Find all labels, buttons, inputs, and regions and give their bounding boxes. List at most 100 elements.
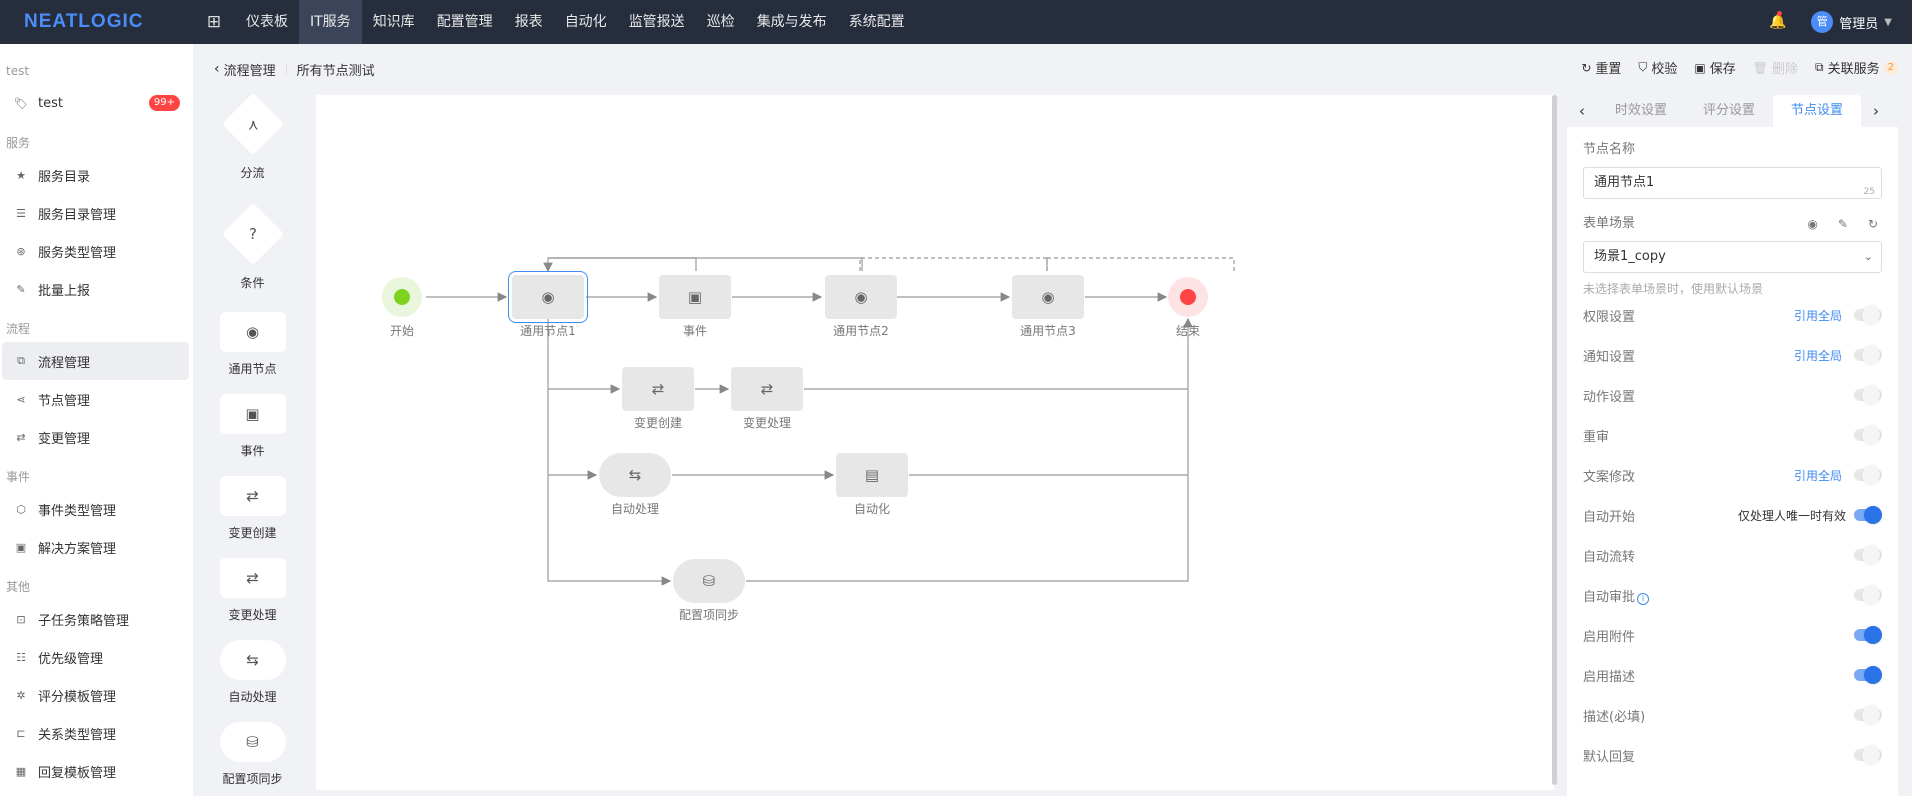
edit-icon[interactable]: ✎	[1838, 213, 1848, 235]
setting-toggle[interactable]	[1854, 306, 1882, 324]
setting-row: 自动审批 i	[1583, 575, 1882, 615]
use-global-link[interactable]: 引用全局	[1794, 307, 1842, 324]
nav-item-active[interactable]: IT服务	[299, 0, 362, 44]
bell-icon[interactable]: 🔔	[1769, 11, 1789, 30]
breadcrumb-parent[interactable]: 流程管理	[224, 60, 276, 79]
refresh-icon[interactable]: ↻	[1868, 213, 1878, 235]
share-icon: ⋖	[16, 392, 26, 406]
nav-item[interactable]: 配置管理	[426, 0, 504, 44]
change-create-node[interactable]: ⇄	[622, 367, 694, 411]
palette-item-split[interactable]: ⋏ 分流	[210, 92, 295, 181]
event-node[interactable]: ▣	[659, 275, 731, 319]
flow-canvas[interactable]: 开始 ◉ 通用节点1 ▣ 事件 ◉ 通用节点2 ◉ 通用节点3 结束 ⇄ 变更创…	[316, 95, 1554, 790]
setting-toggle[interactable]	[1854, 346, 1882, 364]
sidebar-item-service-type[interactable]: ⊛ 服务类型管理	[2, 232, 189, 270]
setting-controls	[1854, 546, 1882, 564]
palette-item-change-handle[interactable]: ⇄ 变更处理	[210, 558, 295, 623]
tab-node-settings[interactable]: 节点设置	[1773, 95, 1861, 127]
setting-toggle[interactable]	[1854, 626, 1882, 644]
sidebar-item-test[interactable]: 🏷 test 99+	[2, 84, 189, 122]
nav-item[interactable]: 集成与发布	[746, 0, 838, 44]
palette-item-change-create[interactable]: ⇄ 变更创建	[210, 476, 295, 541]
general-node-3[interactable]: ◉	[1012, 275, 1084, 319]
chevron-left-icon[interactable]: ‹	[1567, 102, 1597, 120]
delete-button[interactable]: 🗑 删除	[1753, 58, 1798, 78]
circle-bolt-icon: ⊛	[16, 244, 26, 258]
sidebar-item-score-template[interactable]: ✲ 评分模板管理	[2, 676, 189, 714]
setting-label: 启用描述	[1583, 669, 1636, 685]
form-scene-label: 表单场景	[1583, 216, 1636, 231]
grid-icon[interactable]: ⊞	[193, 0, 235, 44]
reset-button[interactable]: ↻ 重置	[1581, 58, 1621, 78]
palette-item-auto-handle[interactable]: ⇆ 自动处理	[210, 640, 295, 705]
setting-toggle[interactable]	[1854, 426, 1882, 444]
sidebar-item-solution[interactable]: ▣ 解决方案管理	[2, 528, 189, 566]
auto-handle-node[interactable]: ⇆	[599, 453, 671, 497]
setting-toggle[interactable]	[1854, 666, 1882, 684]
nav-item[interactable]: 监管报送	[618, 0, 696, 44]
sidebar-item-label: 服务目录	[38, 169, 91, 185]
info-icon[interactable]: i	[1637, 592, 1650, 605]
nav-item[interactable]: 自动化	[554, 0, 618, 44]
eye-icon[interactable]: ◉	[1807, 213, 1817, 235]
automation-node[interactable]: ▤	[836, 453, 908, 497]
change-handle-node[interactable]: ⇄	[731, 367, 803, 411]
related-service-button[interactable]: ⧉ 关联服务 2	[1815, 58, 1898, 77]
general-node-1[interactable]: ◉	[508, 271, 588, 323]
palette-label: 配置项同步	[222, 772, 283, 786]
setting-toggle[interactable]	[1854, 386, 1882, 404]
sidebar-item-service-catalog[interactable]: ★ 服务目录	[2, 156, 189, 194]
tag-icon: 🏷	[14, 96, 28, 110]
general-node-2[interactable]: ◉	[825, 275, 897, 319]
sidebar-item-service-catalog-manage[interactable]: ☰ 服务目录管理	[2, 194, 189, 232]
sidebar-item-relation-type[interactable]: ⊏ 关系类型管理	[2, 714, 189, 752]
save-button[interactable]: ▣ 保存	[1694, 58, 1735, 78]
palette-item-event[interactable]: ▣ 事件	[210, 394, 295, 459]
setting-toggle[interactable]	[1854, 506, 1882, 524]
node-label: 变更处理	[742, 416, 791, 430]
sidebar-item-reply-template[interactable]: ▦ 回复模板管理	[2, 752, 189, 790]
sidebar-item-node-manage[interactable]: ⋖ 节点管理	[2, 380, 189, 418]
node-label: 变更创建	[633, 416, 682, 430]
tab-time-settings[interactable]: 时效设置	[1597, 95, 1685, 127]
palette-item-general-node[interactable]: ◉ 通用节点	[210, 312, 295, 377]
sidebar-item-priority[interactable]: ☷ 优先级管理	[2, 638, 189, 676]
sidebar-item-event-type[interactable]: ⬡ 事件类型管理	[2, 490, 189, 528]
sidebar-item-change-manage[interactable]: ⇄ 变更管理	[2, 418, 189, 456]
nav-item[interactable]: 报表	[504, 0, 554, 44]
palette-item-config-sync[interactable]: ⛁ 配置项同步	[210, 722, 295, 787]
chevron-down-icon[interactable]: ▼	[1884, 17, 1892, 28]
sidebar-item-subtask-policy[interactable]: ⊡ 子任务策略管理	[2, 600, 189, 638]
use-global-link[interactable]: 引用全局	[1794, 347, 1842, 364]
setting-toggle[interactable]	[1854, 466, 1882, 484]
target-icon: ◉	[854, 288, 868, 306]
tab-score-settings[interactable]: 评分设置	[1685, 95, 1773, 127]
sidebar-item-flow-manage[interactable]: ⧉ 流程管理	[2, 342, 189, 380]
validate-button[interactable]: ⛉ 校验	[1638, 58, 1677, 77]
user-name[interactable]: 管理员	[1839, 13, 1878, 32]
form-scene-select[interactable]: 场景1_copy ⌄	[1583, 241, 1882, 273]
node-palette: ⋏ 分流 ? 条件 ◉ 通用节点 ▣ 事件 ⇄ 变更创建 ⇄ 变更处理 ⇆ 自动…	[210, 92, 295, 796]
node-name-input[interactable]: 通用节点1 25	[1583, 167, 1882, 199]
sidebar-item-batch-report[interactable]: ✎ 批量上报	[2, 270, 189, 308]
nav-item[interactable]: 巡检	[696, 0, 746, 44]
setting-toggle[interactable]	[1854, 546, 1882, 564]
setting-label: 动作设置	[1583, 389, 1636, 405]
start-node[interactable]	[382, 277, 422, 317]
setting-toggle[interactable]	[1854, 746, 1882, 764]
use-global-link[interactable]: 引用全局	[1794, 467, 1842, 484]
config-sync-node[interactable]: ⛁	[673, 559, 745, 603]
palette-item-condition[interactable]: ? 条件	[210, 202, 295, 291]
canvas-scrollbar[interactable]	[1552, 95, 1557, 785]
chevron-down-icon: ⌄	[1863, 250, 1873, 263]
chevron-right-icon[interactable]: ›	[1861, 102, 1891, 120]
nav-item[interactable]: 仪表板	[235, 0, 299, 44]
chevron-left-icon[interactable]: ‹	[214, 61, 220, 77]
nav-item[interactable]: 系统配置	[838, 0, 916, 44]
avatar[interactable]: 管	[1811, 11, 1834, 33]
logo[interactable]: NEATLOGIC	[0, 11, 193, 33]
nav-item[interactable]: 知识库	[362, 0, 426, 44]
setting-toggle[interactable]	[1854, 706, 1882, 724]
end-node[interactable]	[1168, 277, 1208, 317]
setting-toggle[interactable]	[1854, 586, 1882, 604]
